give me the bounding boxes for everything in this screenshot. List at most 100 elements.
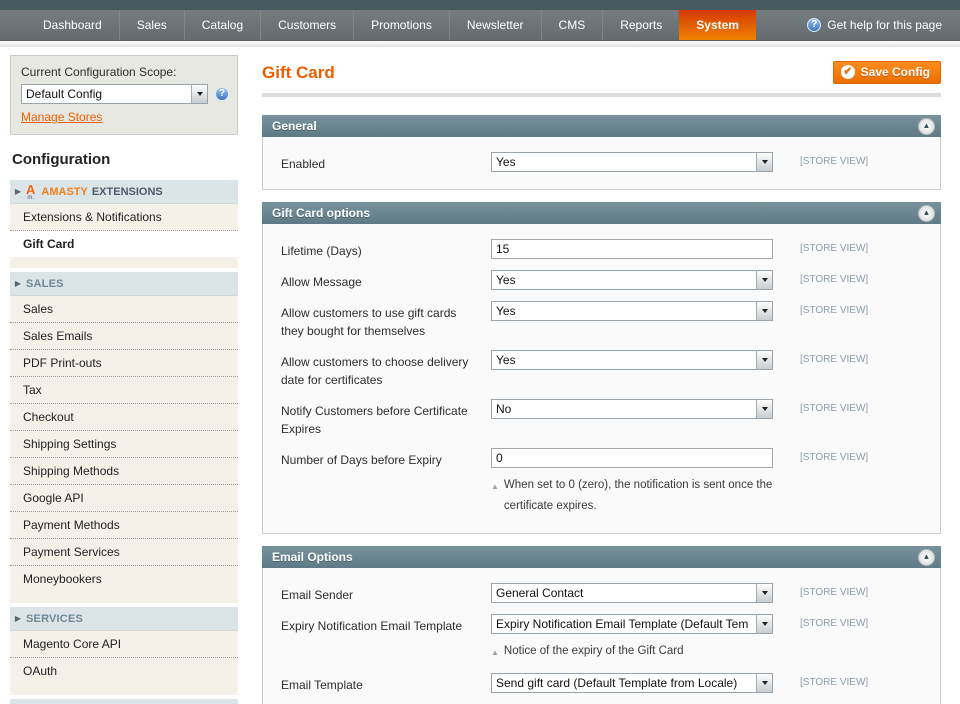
nav-menu: DashboardSalesCatalogCustomersPromotions… <box>0 10 756 40</box>
sidebar-group-footer <box>10 592 238 603</box>
field-label: Allow customers to use gift cards they b… <box>281 301 491 340</box>
field-cell: Expiry Notification Email Template (Defa… <box>491 614 773 663</box>
expand-arrow-icon: ▶ <box>10 187 26 196</box>
sidebar-item-sales-emails[interactable]: Sales Emails <box>10 323 238 350</box>
chevron-down-icon[interactable] <box>756 400 772 418</box>
config-row-expiry-notification-email-template: Expiry Notification Email TemplateExpiry… <box>281 614 926 663</box>
page-body: Current Configuration Scope: Default Con… <box>0 47 960 704</box>
note-text: Notice of the expiry of the Gift Card <box>504 641 684 663</box>
sidebar-section-services[interactable]: ▶SERVICES <box>10 606 238 631</box>
collapse-icon[interactable]: ▲ <box>918 205 935 222</box>
chevron-down-icon[interactable] <box>756 153 772 171</box>
chevron-down-icon[interactable] <box>756 351 772 369</box>
sidebar-group-footer <box>10 684 238 695</box>
field-label: Email Template <box>281 673 491 694</box>
config-row-lifetime-days: Lifetime (Days)[STORE VIEW] <box>281 239 926 260</box>
select-email-template[interactable]: Send gift card (Default Template from Lo… <box>491 673 773 693</box>
scope-badge: [STORE VIEW] <box>800 614 868 629</box>
sidebar-group-advanced: ▶ADVANCEDAdmin <box>10 698 238 704</box>
select-value: Yes <box>492 302 756 320</box>
config-row-email-sender: Email SenderGeneral Contact[STORE VIEW] <box>281 583 926 604</box>
select-allow-customers-to-use-gift-cards-they-bought-for-themselves[interactable]: Yes <box>491 301 773 321</box>
sidebar-item-extensions-notifications[interactable]: Extensions & Notifications <box>10 204 238 231</box>
sidebar-item-gift-card[interactable]: Gift Card <box>10 231 238 257</box>
save-config-button[interactable]: ✔ Save Config <box>833 61 941 84</box>
select-expiry-notification-email-template[interactable]: Expiry Notification Email Template (Defa… <box>491 614 773 634</box>
sidebar-section-title: SERVICES <box>26 613 83 625</box>
select-email-sender[interactable]: General Contact <box>491 583 773 603</box>
chevron-down-icon[interactable] <box>756 584 772 602</box>
nav-item-catalog[interactable]: Catalog <box>184 10 260 40</box>
select-notify-customers-before-certificate-expires[interactable]: No <box>491 399 773 419</box>
nav-item-dashboard[interactable]: Dashboard <box>26 10 119 40</box>
chevron-down-icon[interactable] <box>756 674 772 692</box>
section-body: Lifetime (Days)[STORE VIEW] Allow Message… <box>262 224 941 534</box>
collapse-icon[interactable]: ▲ <box>918 549 935 566</box>
sidebar-items: Magento Core APIOAuth <box>10 631 238 684</box>
sidebar-section-amasty-extensions[interactable]: ▶Am.AMASTYEXTENSIONS <box>10 179 238 204</box>
field-label: Notify Customers before Certificate Expi… <box>281 399 491 438</box>
select-value: Expiry Notification Email Template (Defa… <box>492 615 756 633</box>
scope-badge: [STORE VIEW] <box>800 399 868 414</box>
nav-item-newsletter[interactable]: Newsletter <box>449 10 541 40</box>
select-allow-message[interactable]: Yes <box>491 270 773 290</box>
sidebar-item-shipping-methods[interactable]: Shipping Methods <box>10 458 238 485</box>
sidebar-item-payment-services[interactable]: Payment Services <box>10 539 238 566</box>
select-allow-customers-to-choose-delivery-date-for-certificates[interactable]: Yes <box>491 350 773 370</box>
sidebar-item-checkout[interactable]: Checkout <box>10 404 238 431</box>
chevron-down-icon[interactable] <box>756 615 772 633</box>
select-enabled[interactable]: Yes <box>491 152 773 172</box>
nav-item-sales[interactable]: Sales <box>119 10 184 40</box>
nav-item-system[interactable]: System <box>679 10 756 40</box>
sidebar-item-tax[interactable]: Tax <box>10 377 238 404</box>
sidebar-item-payment-methods[interactable]: Payment Methods <box>10 512 238 539</box>
section-header-email-options[interactable]: Email Options ▲ <box>262 546 941 568</box>
main-navbar: DashboardSalesCatalogCustomersPromotions… <box>0 10 960 41</box>
chevron-down-icon[interactable] <box>756 302 772 320</box>
content-header: Gift Card ✔ Save Config <box>262 61 941 84</box>
field-label: Number of Days before Expiry <box>281 448 491 469</box>
page-title: Gift Card <box>262 63 335 83</box>
config-scope-select[interactable]: Default Config <box>21 84 208 104</box>
sidebar-section-title: SALES <box>26 278 64 290</box>
sidebar-item-google-api[interactable]: Google API <box>10 485 238 512</box>
section-title: Email Options <box>272 550 353 564</box>
sidebar-item-shipping-settings[interactable]: Shipping Settings <box>10 431 238 458</box>
expand-arrow-icon: ▶ <box>10 614 26 623</box>
config-row-allow-message: Allow MessageYes[STORE VIEW] <box>281 270 926 291</box>
sidebar-section-sales[interactable]: ▶SALES <box>10 271 238 296</box>
sidebar-item-pdf-print-outs[interactable]: PDF Print-outs <box>10 350 238 377</box>
config-row-number-of-days-before-expiry: Number of Days before Expiry▲When set to… <box>281 448 926 517</box>
get-help-link[interactable]: ? Get help for this page <box>807 10 960 40</box>
configuration-scope-box: Current Configuration Scope: Default Con… <box>10 55 238 135</box>
scope-badge: [STORE VIEW] <box>800 239 868 254</box>
collapse-icon[interactable]: ▲ <box>918 118 935 135</box>
field-label: Enabled <box>281 152 491 173</box>
input-lifetime-days[interactable] <box>491 239 773 259</box>
nav-spacer <box>756 10 807 40</box>
sidebar-item-magento-core-api[interactable]: Magento Core API <box>10 631 238 658</box>
section-header-gift-card-options[interactable]: Gift Card options▲ <box>262 202 941 224</box>
config-row-allow-customers-to-choose-delivery-date-for-certificates: Allow customers to choose delivery date … <box>281 350 926 389</box>
scope-help-icon[interactable]: ? <box>215 87 229 101</box>
sidebar-group-sales: ▶SALESSalesSales EmailsPDF Print-outsTax… <box>10 271 238 603</box>
manage-stores-link[interactable]: Manage Stores <box>21 110 102 124</box>
input-number-of-days-before-expiry[interactable] <box>491 448 773 468</box>
nav-item-reports[interactable]: Reports <box>602 10 679 40</box>
sidebar-item-oauth[interactable]: OAuth <box>10 658 238 684</box>
field-cell: ▲When set to 0 (zero), the notification … <box>491 448 773 517</box>
config-sections: General▲EnabledYes[STORE VIEW]Gift Card … <box>262 115 941 704</box>
select-value: Send gift card (Default Template from Lo… <box>492 674 756 692</box>
chevron-down-icon[interactable] <box>191 85 207 103</box>
nav-item-customers[interactable]: Customers <box>260 10 353 40</box>
field-label: Email Sender <box>281 583 491 604</box>
sidebar-section-advanced[interactable]: ▶ADVANCED <box>10 698 238 704</box>
section-header-general[interactable]: General▲ <box>262 115 941 137</box>
nav-item-promotions[interactable]: Promotions <box>353 10 449 40</box>
config-section-gift-card-options: Gift Card options▲Lifetime (Days)[STORE … <box>262 202 941 534</box>
sidebar-item-sales[interactable]: Sales <box>10 296 238 323</box>
sidebar-section-brand: AMASTY <box>41 186 87 198</box>
chevron-down-icon[interactable] <box>756 271 772 289</box>
sidebar-item-moneybookers[interactable]: Moneybookers <box>10 566 238 592</box>
nav-item-cms[interactable]: CMS <box>541 10 603 40</box>
